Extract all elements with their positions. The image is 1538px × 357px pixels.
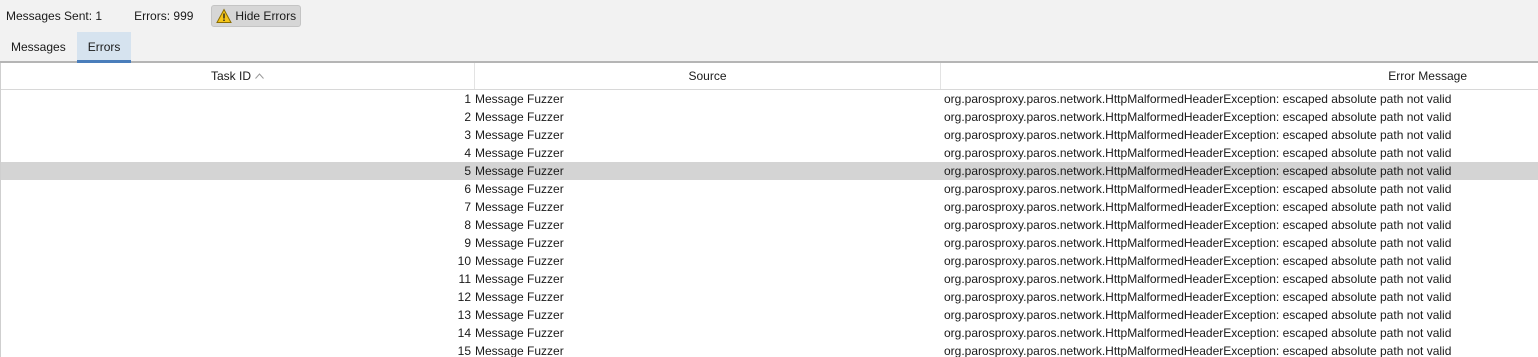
tab-messages-label: Messages xyxy=(11,39,66,54)
task-id-cell: 13 xyxy=(457,308,471,322)
task-id-cell: 2 xyxy=(464,110,471,124)
errors-count: Errors: 999 xyxy=(134,9,194,23)
table-row[interactable]: 7 Message Fuzzer org.parosproxy.paros.netw… xyxy=(1,198,1538,216)
task-id-cell: 12 xyxy=(457,290,471,304)
table-row[interactable]: 10 Message Fuzzer org.parosproxy.paros.net… xyxy=(1,252,1538,270)
error-message-cell: org.parosproxy.paros.network.HttpMalform… xyxy=(944,164,1452,178)
error-message-cell: org.parosproxy.paros.network.HttpMalform… xyxy=(944,308,1452,322)
source-cell: Message Fuzzer xyxy=(475,326,564,340)
source-cell: Message Fuzzer xyxy=(475,164,564,178)
table-header: Task ID Source Error Message xyxy=(1,63,1538,90)
task-id-cell: 5 xyxy=(464,164,471,178)
table-row[interactable]: 5 Message Fuzzer org.parosproxy.paros.netw… xyxy=(1,162,1538,180)
task-id-cell: 1 xyxy=(464,92,471,106)
error-message-cell: org.parosproxy.paros.network.HttpMalform… xyxy=(944,92,1452,106)
source-cell: Message Fuzzer xyxy=(475,92,564,106)
task-id-cell: 10 xyxy=(457,254,471,268)
task-id-cell: 7 xyxy=(464,200,471,214)
error-message-cell: org.parosproxy.paros.network.HttpMalform… xyxy=(944,128,1452,142)
error-message-cell: org.parosproxy.paros.network.HttpMalform… xyxy=(944,200,1452,214)
source-cell: Message Fuzzer xyxy=(475,218,564,232)
messages-sent-count: Messages Sent: 1 xyxy=(6,9,103,23)
error-message-cell: org.parosproxy.paros.network.HttpMalform… xyxy=(944,110,1452,124)
source-cell: Message Fuzzer xyxy=(475,146,564,160)
sort-ascending-icon xyxy=(255,73,264,79)
column-header-task-id[interactable]: Task ID xyxy=(1,63,475,89)
source-cell: Message Fuzzer xyxy=(475,290,564,304)
table-row[interactable]: 3 Message Fuzzer org.parosproxy.paros.netw… xyxy=(1,126,1538,144)
tab-errors-label: Errors xyxy=(87,39,121,54)
table-row[interactable]: 2 Message Fuzzer org.parosproxy.paros.netw… xyxy=(1,108,1538,126)
error-message-cell: org.parosproxy.paros.network.HttpMalform… xyxy=(944,290,1452,304)
error-message-cell: org.parosproxy.paros.network.HttpMalform… xyxy=(944,218,1452,232)
table-row[interactable]: 1 Message Fuzzer org.parosproxy.paros.netw… xyxy=(1,90,1538,108)
source-cell: Message Fuzzer xyxy=(475,128,564,142)
tab-errors[interactable]: Errors xyxy=(76,32,132,63)
table-row[interactable]: 6 Message Fuzzer org.parosproxy.paros.netw… xyxy=(1,180,1538,198)
table-body: 1 Message Fuzzer org.parosproxy.paros.netw… xyxy=(1,90,1538,357)
table-row[interactable]: 4 Message Fuzzer org.parosproxy.paros.netw… xyxy=(1,144,1538,162)
table-row[interactable]: 9 Message Fuzzer org.parosproxy.paros.netw… xyxy=(1,234,1538,252)
source-cell: Message Fuzzer xyxy=(475,236,564,250)
tab-bar: Messages Errors xyxy=(0,32,1538,63)
column-header-error-message[interactable]: Error Message xyxy=(941,63,1538,89)
task-id-cell: 9 xyxy=(464,236,471,250)
source-cell: Message Fuzzer xyxy=(475,182,564,196)
task-id-cell: 11 xyxy=(458,272,471,286)
column-header-source[interactable]: Source xyxy=(475,63,941,89)
error-message-cell: org.parosproxy.paros.network.HttpMalform… xyxy=(944,344,1452,357)
error-message-cell: org.parosproxy.paros.network.HttpMalform… xyxy=(944,182,1452,196)
task-id-cell: 15 xyxy=(457,344,471,357)
source-cell: Message Fuzzer xyxy=(475,200,564,214)
source-cell: Message Fuzzer xyxy=(475,344,564,357)
hide-errors-label: Hide Errors xyxy=(235,9,297,23)
task-id-cell: 3 xyxy=(464,128,471,142)
source-cell: Message Fuzzer xyxy=(475,308,564,322)
table-row[interactable]: 12 Message Fuzzer org.parosproxy.paros.net… xyxy=(1,288,1538,306)
table-row[interactable]: 11 Message Fuzzer org.parosproxy.paros.net… xyxy=(1,270,1538,288)
column-header-source-label: Source xyxy=(688,69,727,83)
task-id-cell: 4 xyxy=(464,146,471,160)
error-message-cell: org.parosproxy.paros.network.HttpMalform… xyxy=(944,236,1452,250)
table-row[interactable]: 14 Message Fuzzer org.parosproxy.paros.net… xyxy=(1,324,1538,342)
error-message-cell: org.parosproxy.paros.network.HttpMalform… xyxy=(944,146,1452,160)
warning-icon xyxy=(216,8,233,23)
task-id-cell: 6 xyxy=(464,182,471,196)
task-id-cell: 8 xyxy=(464,218,471,232)
table-row[interactable]: 8 Message Fuzzer org.parosproxy.paros.netw… xyxy=(1,216,1538,234)
error-message-cell: org.parosproxy.paros.network.HttpMalform… xyxy=(944,272,1452,286)
table-row[interactable]: 13 Message Fuzzer org.parosproxy.paros.net… xyxy=(1,306,1538,324)
task-id-cell: 14 xyxy=(457,326,471,340)
table-row[interactable]: 15 Message Fuzzer org.parosproxy.paros.net… xyxy=(1,342,1538,357)
fuzzer-toolbar: Messages Sent: 1 Errors: 999 Hide Errors xyxy=(0,0,1538,32)
source-cell: Message Fuzzer xyxy=(475,110,564,124)
column-header-error-message-label: Error Message xyxy=(1388,69,1467,83)
errors-table: Task ID Source Error Message 1 Message Fu… xyxy=(0,63,1538,357)
error-message-cell: org.parosproxy.paros.network.HttpMalform… xyxy=(944,326,1452,340)
column-header-task-id-label: Task ID xyxy=(210,69,251,83)
hide-errors-button[interactable]: Hide Errors xyxy=(211,5,302,27)
source-cell: Message Fuzzer xyxy=(475,254,564,268)
tab-messages[interactable]: Messages xyxy=(0,32,77,61)
error-message-cell: org.parosproxy.paros.network.HttpMalform… xyxy=(944,254,1452,268)
source-cell: Message Fuzzer xyxy=(475,272,564,286)
